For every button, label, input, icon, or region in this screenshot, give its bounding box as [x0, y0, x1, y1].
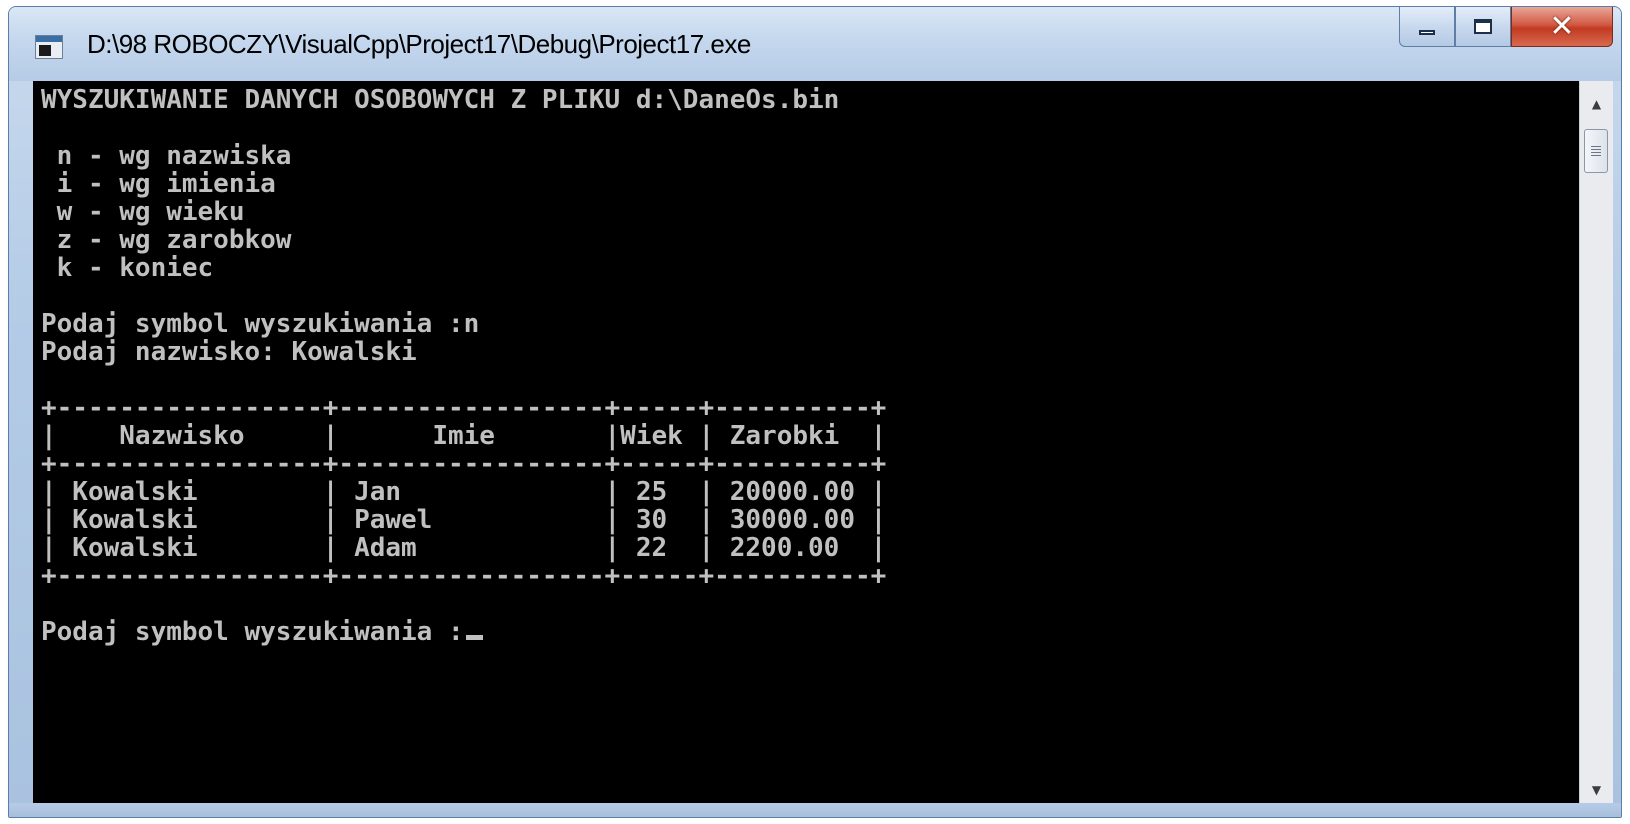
- arrow-down-icon: ▼: [1591, 783, 1602, 797]
- table-row: | Kowalski | Jan | 25 | 20000.00 |: [41, 477, 887, 507]
- window-title: D:\98 ROBOCZY\VisualCpp\Project17\Debug\…: [87, 29, 751, 59]
- console-header: WYSZUKIWANIE DANYCH OSOBOWYCH Z PLIKU d:…: [41, 85, 840, 115]
- title-bar[interactable]: D:\98 ROBOCZY\VisualCpp\Project17\Debug\…: [9, 7, 1621, 81]
- scroll-thumb[interactable]: [1584, 129, 1608, 173]
- minimize-button[interactable]: [1399, 7, 1455, 47]
- table-row: | Kowalski | Pawel | 30 | 30000.00 |: [41, 505, 887, 535]
- caption-buttons: ✕: [1399, 7, 1613, 53]
- scroll-up-button[interactable]: ▲: [1580, 87, 1613, 121]
- console-output[interactable]: WYSZUKIWANIE DANYCH OSOBOWYCH Z PLIKU d:…: [33, 81, 1589, 811]
- table-bottom-border: +-----------------+-----------------+---…: [41, 561, 887, 591]
- grip-icon: [1591, 146, 1601, 156]
- text-cursor: [465, 635, 483, 640]
- menu-item-i: i - wg imienia: [41, 169, 276, 199]
- arrow-up-icon: ▲: [1591, 97, 1602, 111]
- maximize-button[interactable]: [1455, 7, 1511, 47]
- menu-item-z: z - wg zarobkow: [41, 225, 292, 255]
- table-mid-border: +-----------------+-----------------+---…: [41, 449, 887, 479]
- minimize-icon: [1419, 30, 1435, 35]
- scroll-down-button[interactable]: ▼: [1580, 773, 1613, 807]
- console-app-icon[interactable]: [35, 35, 63, 59]
- menu-item-w: w - wg wieku: [41, 197, 245, 227]
- menu-item-k: k - koniec: [41, 253, 214, 283]
- table-row: | Kowalski | Adam | 22 | 2200.00 |: [41, 533, 887, 563]
- prompt-search-symbol-active: Podaj symbol wyszukiwania :: [41, 617, 464, 647]
- close-icon: ✕: [1549, 8, 1575, 44]
- vertical-scrollbar[interactable]: ▲ ▼: [1579, 81, 1613, 811]
- table-header-row: | Nazwisko | Imie |Wiek | Zarobki |: [41, 421, 887, 451]
- maximize-icon: [1474, 19, 1492, 34]
- menu-item-n: n - wg nazwiska: [41, 141, 292, 171]
- console-text: WYSZUKIWANIE DANYCH OSOBOWYCH Z PLIKU d:…: [41, 86, 886, 646]
- table-top-border: +-----------------+-----------------+---…: [41, 393, 887, 423]
- window-frame-bottom: [9, 803, 1621, 817]
- prompt-search-symbol: Podaj symbol wyszukiwania :n: [41, 309, 480, 339]
- close-button[interactable]: ✕: [1511, 7, 1613, 47]
- prompt-surname: Podaj nazwisko: Kowalski: [41, 337, 417, 367]
- console-window: D:\98 ROBOCZY\VisualCpp\Project17\Debug\…: [8, 6, 1622, 818]
